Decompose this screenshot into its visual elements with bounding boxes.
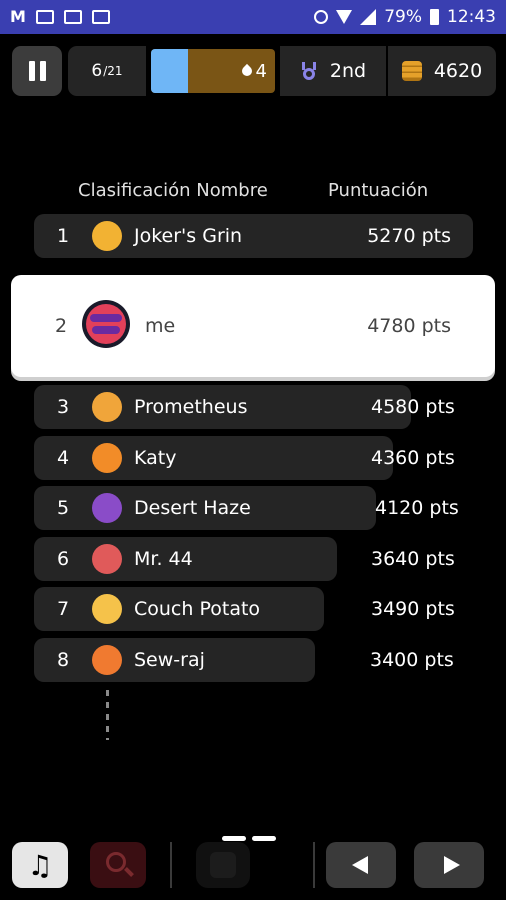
leaderboard-row: 8 Sew-raj 3400 pts bbox=[34, 638, 454, 682]
row-name: Prometheus bbox=[134, 396, 248, 418]
row-name: Katy bbox=[134, 447, 177, 469]
row-name: Sew-raj bbox=[134, 649, 205, 671]
toolbar-divider bbox=[170, 842, 172, 888]
row-score: 4580 pts bbox=[371, 396, 455, 418]
row-rank: 7 bbox=[56, 598, 70, 620]
row-score: 5270 pts bbox=[367, 225, 451, 247]
coins-indicator: 4620 bbox=[388, 46, 496, 96]
prometheus-avatar-icon bbox=[92, 392, 122, 422]
page-indicator bbox=[222, 836, 276, 841]
next-button[interactable] bbox=[414, 842, 484, 888]
hint-icon bbox=[210, 852, 236, 878]
leaderboard-row-me: 2 me 4780 pts bbox=[11, 275, 495, 377]
mr44-avatar-icon bbox=[92, 544, 122, 574]
level-bar: 4 bbox=[151, 49, 275, 93]
signal-icon bbox=[360, 9, 377, 25]
system-icons: 79% 12:43 bbox=[314, 7, 496, 27]
image-notification-icon bbox=[35, 10, 54, 24]
game-hud: 6/21 4 2nd 4620 bbox=[68, 46, 496, 96]
level-bar-fill bbox=[151, 49, 189, 93]
katy-avatar-icon bbox=[92, 443, 122, 473]
arrow-right-icon bbox=[444, 856, 460, 874]
row-score: 4120 pts bbox=[375, 497, 459, 519]
row-rank: 1 bbox=[56, 225, 70, 247]
zoom-button[interactable] bbox=[90, 842, 146, 888]
header-rank-name: Clasificación Nombre bbox=[78, 180, 268, 201]
leaderboard-row: 5 Desert Haze 4120 pts bbox=[34, 486, 459, 530]
level-bar-cell: 4 bbox=[148, 46, 280, 96]
place-label: 2nd bbox=[329, 60, 367, 82]
drop-icon bbox=[239, 63, 254, 79]
gmail-icon: M bbox=[10, 7, 26, 26]
arrow-left-icon bbox=[352, 856, 368, 874]
me-avatar-icon bbox=[82, 300, 130, 348]
row-name: Mr. 44 bbox=[134, 548, 193, 570]
place-indicator: 2nd bbox=[280, 46, 388, 96]
round-progress: 6/21 bbox=[68, 46, 148, 96]
alarm-icon bbox=[314, 10, 329, 24]
round-total: /21 bbox=[103, 64, 123, 78]
pause-button[interactable] bbox=[12, 46, 62, 96]
row-name: Desert Haze bbox=[134, 497, 251, 519]
row-name: me bbox=[145, 315, 176, 337]
sew-raj-avatar-icon bbox=[92, 645, 122, 675]
coins-icon bbox=[401, 61, 422, 81]
row-rank: 4 bbox=[56, 447, 70, 469]
row-rank: 5 bbox=[56, 497, 70, 519]
battery-icon bbox=[430, 9, 439, 25]
hint-button[interactable] bbox=[196, 842, 250, 888]
row-rank: 2 bbox=[55, 315, 68, 337]
row-rank: 6 bbox=[56, 548, 70, 570]
leaderboard-row: 4 Katy 4360 pts bbox=[34, 436, 455, 480]
notification-icons: M bbox=[10, 7, 110, 26]
medal-icon bbox=[300, 62, 318, 80]
leaderboard-row: 6 Mr. 44 3640 pts bbox=[34, 537, 455, 581]
round-current: 6 bbox=[91, 61, 103, 81]
toolbar-divider bbox=[313, 842, 315, 888]
coins-value: 4620 bbox=[433, 60, 483, 82]
previous-button[interactable] bbox=[326, 842, 396, 888]
row-rank: 8 bbox=[56, 649, 70, 671]
more-entries-indicator bbox=[106, 690, 109, 740]
battery-percent: 79% bbox=[384, 7, 422, 27]
laptop-icon bbox=[63, 10, 82, 24]
leaderboard-row: 7 Couch Potato 3490 pts bbox=[34, 587, 455, 631]
row-score: 3640 pts bbox=[371, 548, 455, 570]
joker-avatar-icon bbox=[92, 221, 122, 251]
row-rank: 3 bbox=[56, 396, 70, 418]
wifi-icon bbox=[336, 10, 353, 24]
header-score: Puntuación bbox=[328, 180, 429, 201]
music-note-icon: ♫ bbox=[27, 848, 53, 882]
voicemail-icon bbox=[91, 10, 110, 24]
row-score: 4360 pts bbox=[371, 447, 455, 469]
row-score: 3400 pts bbox=[370, 649, 454, 671]
music-button[interactable]: ♫ bbox=[12, 842, 68, 888]
leaderboard-row: 1 Joker's Grin 5270 pts bbox=[34, 214, 473, 258]
row-score: 3490 pts bbox=[371, 598, 455, 620]
pause-icon bbox=[28, 61, 35, 81]
couch-potato-avatar-icon bbox=[92, 594, 122, 624]
row-name: Couch Potato bbox=[134, 598, 261, 620]
clock: 12:43 bbox=[447, 7, 496, 27]
level-bar-value: 4 bbox=[255, 60, 267, 82]
desert-haze-avatar-icon bbox=[92, 493, 122, 523]
status-bar: M 79% 12:43 bbox=[0, 0, 506, 34]
row-name: Joker's Grin bbox=[134, 225, 243, 247]
row-score: 4780 pts bbox=[367, 315, 451, 337]
leaderboard-row: 3 Prometheus 4580 pts bbox=[34, 385, 455, 429]
